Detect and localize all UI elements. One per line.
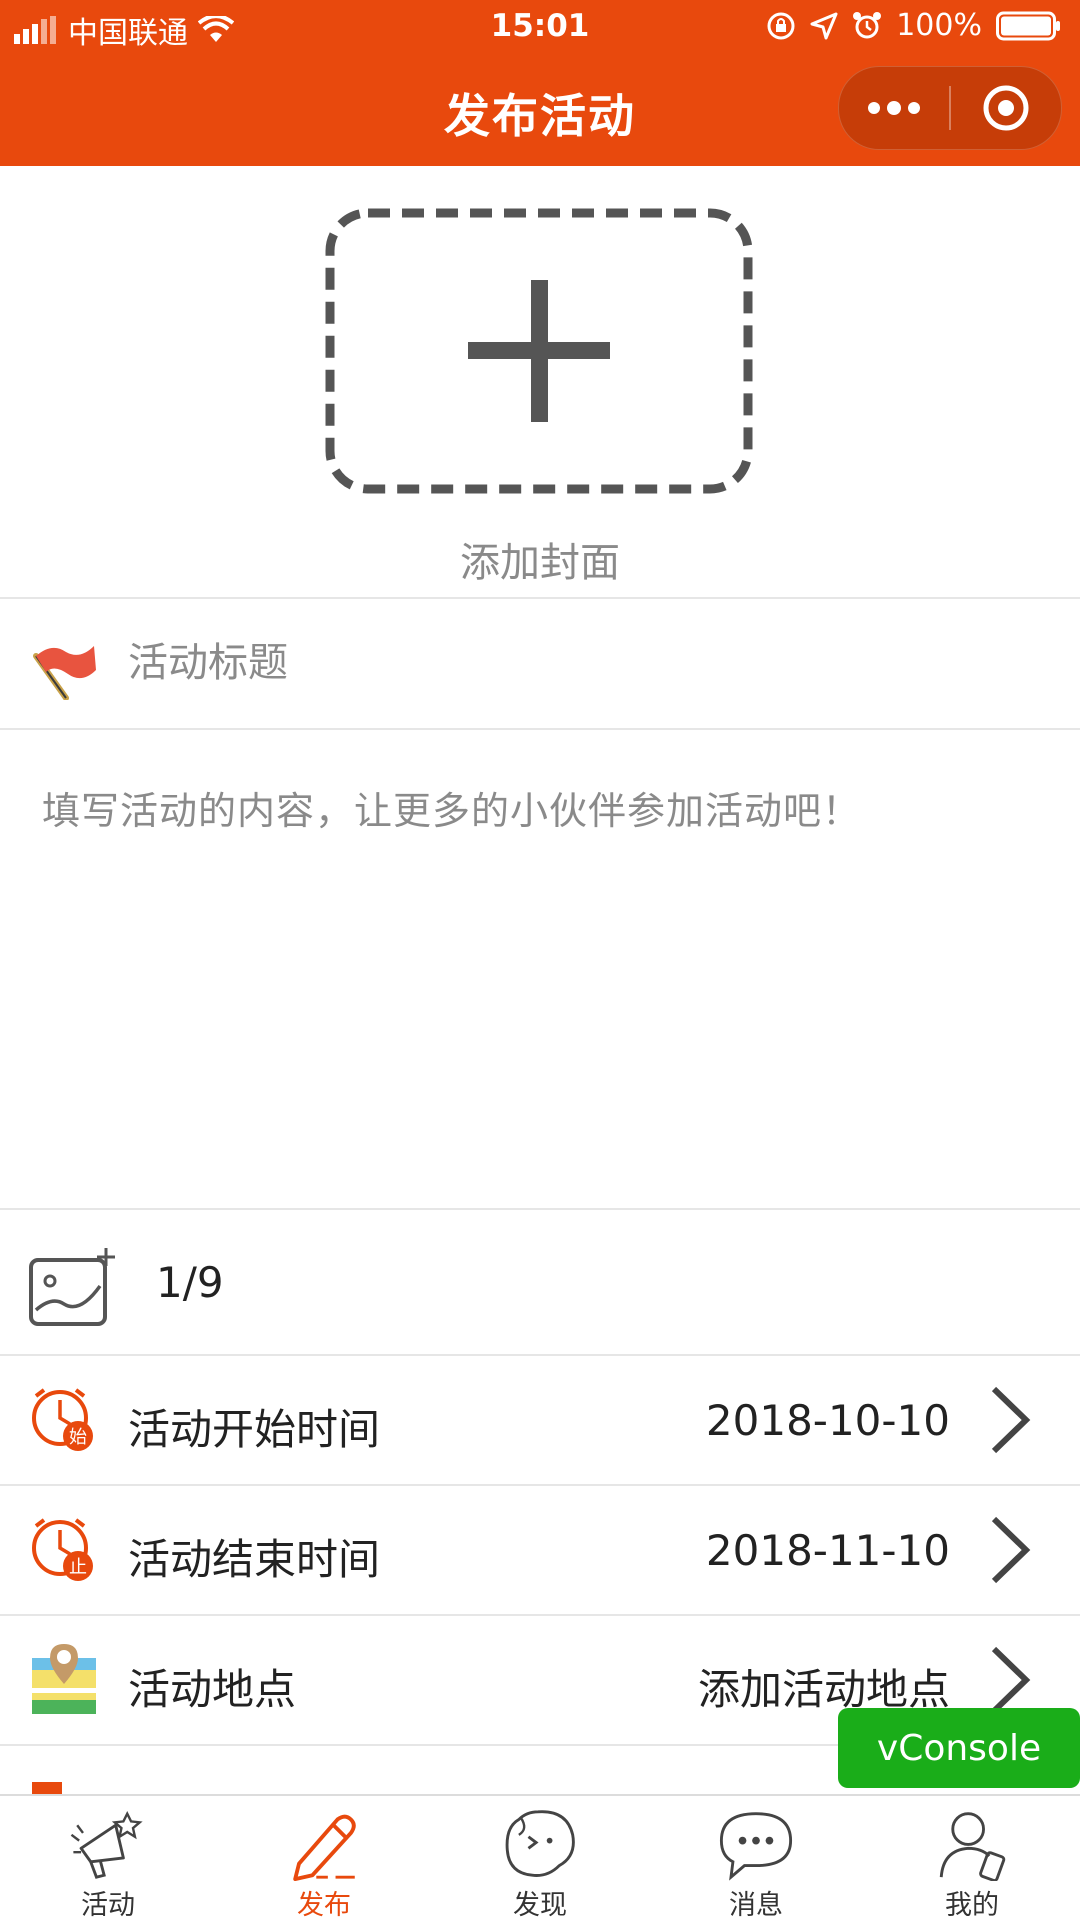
- tab-label: 发现: [513, 1890, 567, 1921]
- clock-end-icon: 止: [32, 1518, 93, 1581]
- end-time-label: 活动结束时间: [128, 1535, 381, 1584]
- add-cover-frame: [325, 208, 753, 494]
- status-right: 100%: [766, 8, 1062, 43]
- chevron-right-icon: [991, 1646, 1031, 1714]
- divider: [0, 597, 1080, 599]
- target-icon: [983, 85, 1029, 131]
- tab-messages[interactable]: 消息: [648, 1806, 864, 1922]
- clock-start-icon: 始: [32, 1388, 93, 1451]
- megaphone-icon: [70, 1811, 143, 1879]
- chevron-right-icon: [991, 1386, 1031, 1454]
- profile-icon: [939, 1812, 1006, 1881]
- end-time-value[interactable]: 2018-11-10: [706, 1526, 950, 1575]
- tab-publish[interactable]: 发布: [216, 1806, 432, 1922]
- flag-icon: [33, 646, 96, 700]
- tab-bar: 活动 发布 发现 消息 我的: [0, 1794, 1080, 1922]
- tab-label: 发布: [297, 1890, 351, 1921]
- chevron-right-icon: [991, 1516, 1031, 1584]
- more-button[interactable]: [839, 67, 949, 149]
- plus-icon: [468, 280, 610, 422]
- alarm-icon: [853, 11, 882, 38]
- add-cover-label: 添加封面: [460, 540, 620, 586]
- battery-percent: 100%: [896, 8, 982, 43]
- activity-content-area[interactable]: [0, 730, 1080, 1208]
- battery-icon: [996, 11, 1060, 40]
- add-image-icon: [29, 1248, 115, 1326]
- tab-label: 我的: [945, 1890, 999, 1921]
- close-miniprogram-button[interactable]: [951, 67, 1061, 149]
- activity-title-input[interactable]: 活动标题: [128, 630, 288, 688]
- rotation-lock-icon: [767, 12, 795, 39]
- map-icon: [32, 1644, 96, 1714]
- location-icon: [810, 12, 838, 39]
- location-label: 活动地点: [128, 1665, 297, 1714]
- start-time-label: 活动开始时间: [128, 1405, 381, 1454]
- tab-profile[interactable]: 我的: [864, 1806, 1080, 1922]
- more-dots-icon: [868, 101, 920, 115]
- pencil-icon: [293, 1814, 356, 1881]
- tab-activities[interactable]: 活动: [0, 1806, 216, 1922]
- tab-discover[interactable]: 发现: [432, 1806, 648, 1922]
- end-badge: 止: [69, 1557, 87, 1578]
- navigation-bar: 发布活动: [0, 56, 1080, 166]
- add-cover-button[interactable]: [325, 208, 753, 494]
- start-badge: 始: [69, 1427, 87, 1448]
- discover-icon: [505, 1810, 575, 1877]
- tab-label: 活动: [81, 1890, 135, 1921]
- vconsole-button[interactable]: vConsole: [838, 1708, 1080, 1788]
- chat-bubble-icon: [719, 1812, 793, 1881]
- start-time-value[interactable]: 2018-10-10: [706, 1396, 950, 1445]
- image-count: 1/9: [156, 1258, 224, 1307]
- status-bar: 中国联通 15:01 100%: [0, 0, 1080, 56]
- miniprogram-capsule: [838, 66, 1062, 150]
- tab-label: 消息: [729, 1890, 783, 1921]
